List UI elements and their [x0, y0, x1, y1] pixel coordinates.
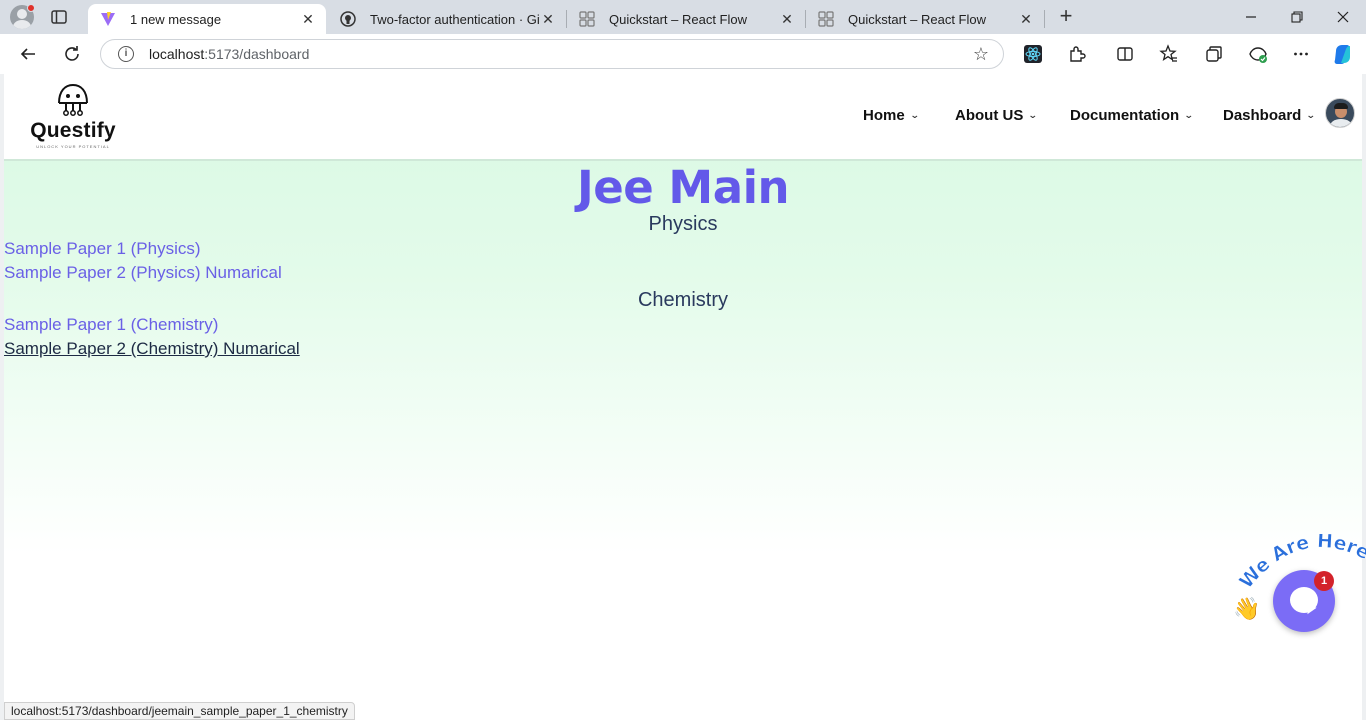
close-icon[interactable]: ✕	[779, 11, 795, 27]
address-bar[interactable]: i localhost:5173/dashboard ☆	[100, 39, 1004, 69]
reload-icon[interactable]	[61, 43, 83, 65]
close-icon[interactable]: ✕	[300, 11, 316, 27]
unread-count-badge: 1	[1314, 571, 1334, 591]
restore-icon[interactable]	[1274, 0, 1320, 34]
user-avatar[interactable]	[1325, 98, 1355, 128]
waving-hand-icon: 👋	[1233, 596, 1261, 621]
link-sample-paper-2-chemistry[interactable]: Sample Paper 2 (Chemistry) Numarical	[4, 339, 300, 359]
chevron-down-icon: ⌄	[1306, 110, 1317, 120]
github-icon	[340, 11, 356, 27]
chevron-down-icon: ⌄	[1028, 110, 1039, 120]
copilot-icon[interactable]	[1332, 43, 1354, 65]
nav-about-us[interactable]: About US ⌄	[955, 107, 1039, 124]
tab-github[interactable]: Two-factor authentication · GitHub ✕	[328, 4, 566, 34]
close-icon[interactable]: ✕	[540, 11, 556, 27]
chevron-down-icon: ⌄	[1184, 110, 1194, 120]
notification-dot	[27, 4, 35, 12]
tab-title: 1 new message	[130, 11, 222, 27]
nav-label: Home	[863, 107, 905, 124]
page-viewport: Questify UNLOCK YOUR POTENTIAL Home ⌄ Abo…	[4, 74, 1362, 720]
tab-title: Two-factor authentication · GitHub	[370, 11, 540, 27]
browser-essentials-icon[interactable]	[1247, 43, 1269, 65]
logo-tagline: UNLOCK YOUR POTENTIAL	[36, 144, 110, 149]
section-heading-chemistry: Chemistry	[637, 289, 728, 311]
link-sample-paper-1-physics[interactable]: Sample Paper 1 (Physics)	[4, 239, 201, 259]
page-title: Jee Main	[576, 161, 790, 214]
nav-documentation[interactable]: Documentation ⌄	[1070, 107, 1194, 124]
link-sample-paper-2-physics[interactable]: Sample Paper 2 (Physics) Numarical	[4, 263, 282, 283]
tab-react-flow-1[interactable]: Quickstart – React Flow ✕	[567, 4, 805, 34]
nav-home[interactable]: Home ⌄	[863, 107, 920, 124]
favorite-star-icon[interactable]: ☆	[973, 45, 989, 63]
site-info-icon[interactable]: i	[118, 46, 134, 62]
tab-1-new-message[interactable]: 1 new message ✕	[88, 4, 326, 34]
nav-label: About US	[955, 107, 1024, 124]
tab-actions-icon[interactable]	[50, 8, 68, 26]
tab-title: Quickstart – React Flow	[609, 11, 747, 27]
vite-icon	[100, 11, 116, 27]
link-sample-paper-1-chemistry[interactable]: Sample Paper 1 (Chemistry)	[4, 315, 218, 335]
url-text: localhost:5173/dashboard	[149, 46, 310, 62]
tab-separator	[1044, 10, 1045, 28]
nav-label: Documentation	[1070, 107, 1180, 124]
browser-tab-strip: 1 new message ✕ Two-factor authenticatio…	[0, 0, 1366, 34]
link-status-bar: localhost:5173/dashboard/jeemain_sample_…	[4, 702, 355, 720]
react-flow-icon	[579, 11, 595, 27]
chat-bubble-icon	[1290, 587, 1318, 613]
minimize-icon[interactable]	[1228, 0, 1274, 34]
tab-title: Quickstart – React Flow	[848, 11, 986, 27]
extensions-icon[interactable]	[1066, 43, 1088, 65]
logo-name: Questify	[30, 119, 116, 142]
react-flow-icon	[818, 11, 834, 27]
nav-dashboard[interactable]: Dashboard ⌄	[1223, 107, 1317, 124]
nav-label: Dashboard	[1223, 107, 1302, 124]
questify-logo[interactable]: Questify UNLOCK YOUR POTENTIAL	[28, 83, 118, 149]
browser-toolbar: i localhost:5173/dashboard ☆	[0, 34, 1366, 74]
close-icon[interactable]: ✕	[1018, 11, 1034, 27]
more-options-icon[interactable]	[1290, 43, 1312, 65]
split-screen-icon[interactable]	[1114, 43, 1136, 65]
favorites-icon[interactable]	[1158, 43, 1180, 65]
section-heading-physics: Physics	[648, 213, 718, 235]
window-close-icon[interactable]	[1320, 0, 1366, 34]
chevron-down-icon: ⌄	[909, 110, 920, 120]
window-border	[1362, 74, 1366, 720]
collections-icon[interactable]	[1203, 43, 1225, 65]
react-devtools-icon[interactable]	[1022, 43, 1044, 65]
tab-react-flow-2[interactable]: Quickstart – React Flow ✕	[806, 4, 1044, 34]
logo-mascot-icon	[58, 83, 88, 116]
new-tab-icon[interactable]: +	[1056, 5, 1076, 27]
site-header: Questify UNLOCK YOUR POTENTIAL Home ⌄ Abo…	[4, 74, 1362, 161]
back-icon[interactable]	[17, 43, 39, 65]
